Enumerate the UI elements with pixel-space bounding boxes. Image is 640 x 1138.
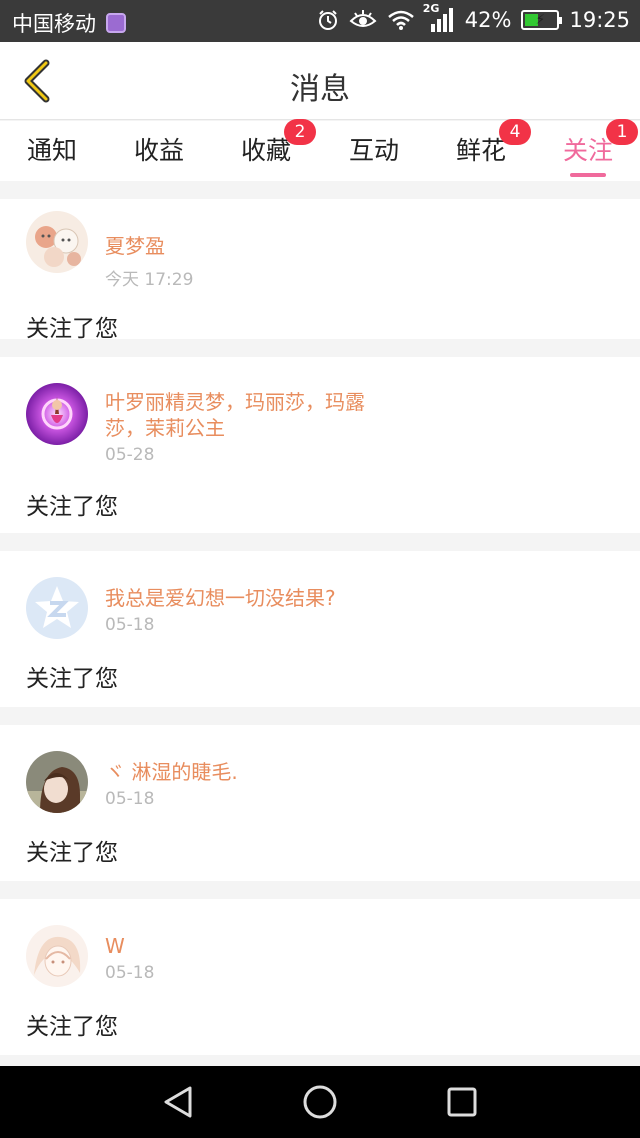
girl-photo-avatar[interactable] <box>26 751 88 813</box>
system-nav-bar <box>0 1066 640 1138</box>
alarm-icon <box>318 10 337 30</box>
timestamp: 05-18 <box>105 963 155 983</box>
username[interactable]: 我总是爱幻想一切没结果? <box>105 585 465 611</box>
tab-follows[interactable]: 关注 1 <box>554 119 638 181</box>
username[interactable]: 夏梦盈 <box>105 233 405 259</box>
tab-label: 鲜花 <box>455 136 506 165</box>
active-tab-indicator <box>570 173 606 177</box>
message-text: 关注了您 <box>26 840 118 866</box>
unread-badge: 1 <box>606 119 638 145</box>
signal-icon: 2G <box>423 2 455 32</box>
message-text: 关注了您 <box>26 316 118 342</box>
list-item[interactable]: 我总是爱幻想一切没结果? 05-18 关注了您 <box>0 551 640 707</box>
tab-interactions[interactable]: 互动 <box>340 131 408 181</box>
timestamp: 05-28 <box>105 445 155 465</box>
tab-label: 关注 <box>562 136 613 165</box>
purple-fairy-avatar[interactable] <box>26 383 88 445</box>
app-notification-icon <box>106 13 126 33</box>
back-triangle-icon[interactable] <box>160 1084 196 1120</box>
message-text: 关注了您 <box>26 1014 118 1040</box>
unread-badge: 4 <box>499 119 531 145</box>
home-circle-icon[interactable] <box>302 1084 338 1120</box>
timestamp: 05-18 <box>105 615 155 635</box>
tab-notifications[interactable]: 通知 <box>18 131 86 181</box>
timestamp: 05-18 <box>105 789 155 809</box>
default-qq-avatar[interactable] <box>26 577 88 639</box>
carrier-label: 中国移动 <box>12 12 96 36</box>
header: 消息 <box>0 42 640 120</box>
username[interactable]: ヾ 淋湿的睫毛. <box>105 759 405 785</box>
timestamp: 今天 17:29 <box>105 270 194 290</box>
tab-earnings[interactable]: 收益 <box>125 131 193 181</box>
battery-charging-icon: ⚡ <box>521 10 563 30</box>
anime-girls-avatar[interactable] <box>26 211 88 273</box>
tab-flowers[interactable]: 鲜花 4 <box>447 119 531 181</box>
status-bar: 中国移动 2G 42% ⚡ 19:25 <box>0 0 640 42</box>
recents-square-icon[interactable] <box>444 1084 480 1120</box>
page-title: 消息 <box>290 72 350 107</box>
list-item[interactable]: W 05-18 关注了您 <box>0 899 640 1055</box>
username[interactable]: W <box>105 933 405 959</box>
battery-percent: 42% <box>464 8 512 32</box>
tab-label: 收藏 <box>240 136 291 165</box>
wifi-icon <box>387 10 414 30</box>
unread-badge: 2 <box>284 119 316 145</box>
clock: 19:25 <box>569 8 630 32</box>
message-text: 关注了您 <box>26 494 118 520</box>
username[interactable]: 叶罗丽精灵梦，玛丽莎，玛露莎，茉莉公主 <box>105 389 395 441</box>
list-item[interactable]: 叶罗丽精灵梦，玛丽莎，玛露莎，茉莉公主 05-28 关注了您 <box>0 357 640 533</box>
tab-bar: 通知 收益 收藏 2 互动 鲜花 4 关注 1 <box>0 119 640 181</box>
anime-sketch-avatar[interactable] <box>26 925 88 987</box>
tab-label: 互动 <box>348 136 399 165</box>
eye-icon <box>349 10 377 27</box>
tab-label: 通知 <box>26 136 77 165</box>
message-text: 关注了您 <box>26 666 118 692</box>
tab-label: 收益 <box>133 136 184 165</box>
charging-bolt-icon: ⚡ <box>535 12 546 28</box>
list-item[interactable]: ヾ 淋湿的睫毛. 05-18 关注了您 <box>0 725 640 881</box>
tab-favorites[interactable]: 收藏 2 <box>232 119 316 181</box>
list-item[interactable]: 夏梦盈 今天 17:29 关注了您 <box>0 199 640 342</box>
